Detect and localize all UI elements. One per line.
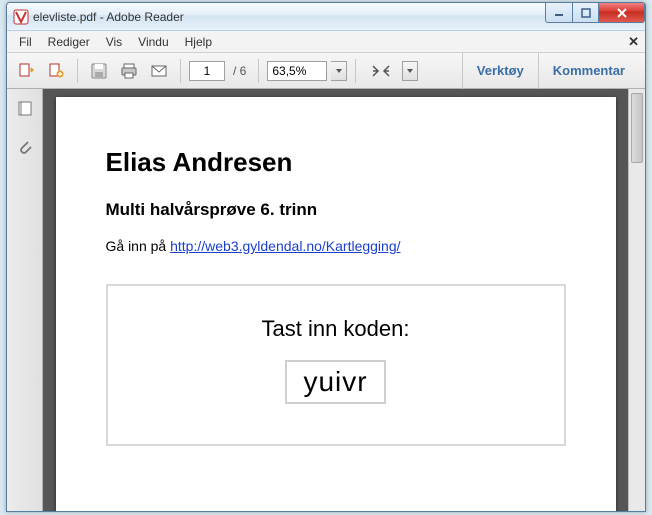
window-controls [545, 3, 645, 23]
menu-hjelp[interactable]: Hjelp [177, 33, 220, 51]
toolbar-separator [180, 59, 181, 83]
zoom-level-display[interactable]: 63,5% [267, 61, 327, 81]
toolbar: / 6 63,5% Verktøy Kommentar [7, 53, 645, 89]
document-viewport[interactable]: Elias Andresen Multi halvårsprøve 6. tri… [43, 89, 628, 511]
code-prompt: Tast inn koden: [118, 316, 554, 342]
comment-panel-button[interactable]: Kommentar [538, 53, 639, 89]
zoom-value: 63,5% [272, 64, 306, 78]
close-document-button[interactable]: ✕ [628, 34, 639, 50]
export-pdf-button[interactable] [13, 58, 39, 84]
menu-vindu[interactable]: Vindu [130, 33, 176, 51]
maximize-button[interactable] [573, 3, 599, 23]
assessment-link[interactable]: http://web3.gyldendal.no/Kartlegging/ [170, 238, 400, 254]
toolbar-separator [258, 59, 259, 83]
read-mode-dropdown[interactable] [402, 61, 418, 81]
toolbar-separator [355, 59, 356, 83]
toolbar-separator [77, 59, 78, 83]
menubar: Fil Rediger Vis Vindu Hjelp ✕ [7, 31, 645, 53]
pdf-page: Elias Andresen Multi halvårsprøve 6. tri… [56, 97, 616, 511]
menu-vis[interactable]: Vis [98, 33, 130, 51]
save-button[interactable] [86, 58, 112, 84]
menu-rediger[interactable]: Rediger [40, 33, 98, 51]
adobe-reader-icon [13, 9, 29, 25]
zoom-dropdown[interactable] [331, 61, 347, 81]
student-name: Elias Andresen [106, 147, 566, 178]
code-frame: Tast inn koden: yuivr [106, 284, 566, 446]
print-button[interactable] [116, 58, 142, 84]
vertical-scrollbar[interactable] [628, 89, 645, 511]
create-pdf-button[interactable] [43, 58, 69, 84]
content-area: Elias Andresen Multi halvårsprøve 6. tri… [7, 89, 645, 511]
scrollbar-thumb[interactable] [631, 93, 643, 163]
page-total-label: / 6 [229, 64, 250, 78]
application-window: elevliste.pdf - Adobe Reader Fil Rediger… [6, 2, 646, 512]
window-title: elevliste.pdf - Adobe Reader [33, 10, 184, 24]
page-number-input[interactable] [189, 61, 225, 81]
read-mode-button[interactable] [364, 58, 398, 84]
goto-prefix: Gå inn på [106, 238, 171, 254]
attachments-button[interactable] [13, 135, 37, 159]
code-value: yuivr [285, 360, 385, 404]
minimize-button[interactable] [545, 3, 573, 23]
email-button[interactable] [146, 58, 172, 84]
tools-panel-button[interactable]: Verktøy [462, 53, 538, 89]
test-title: Multi halvårsprøve 6. trinn [106, 200, 566, 220]
titlebar: elevliste.pdf - Adobe Reader [7, 3, 645, 31]
menu-fil[interactable]: Fil [11, 33, 40, 51]
goto-line: Gå inn på http://web3.gyldendal.no/Kartl… [106, 238, 566, 254]
thumbnails-button[interactable] [13, 97, 37, 121]
navigation-rail [7, 89, 43, 511]
close-button[interactable] [599, 3, 645, 23]
